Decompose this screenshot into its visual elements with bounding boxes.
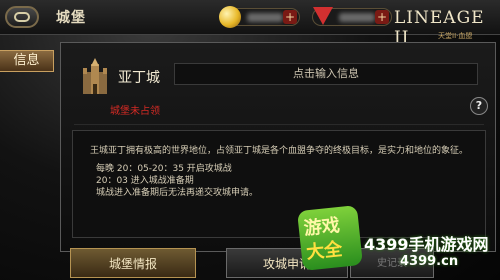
castle-description: 王城亚丁拥有极高的世界地位，占领亚丁城是各个血盟争夺的终极目标，是实力和地位的象…	[90, 146, 469, 156]
logo-subtitle: 天堂II·血盟	[438, 32, 473, 40]
castle-icon	[83, 58, 107, 94]
watermark: 游戏 大全 4399手机游戏网 4399.cn	[297, 205, 500, 280]
watermark-badge: 游戏 大全	[297, 205, 363, 271]
add-gold-button[interactable]: +	[283, 10, 297, 24]
diamond-icon	[313, 7, 333, 25]
schedule-line: 每晚 20：05-20：35 开启攻城战	[96, 164, 232, 174]
gold-coin-icon	[219, 6, 241, 28]
page-title: 城堡	[56, 10, 86, 26]
watermark-badge-bottom: 大全	[305, 238, 344, 264]
schedule-line: 城战进入准备期后无法再递交攻城申请。	[96, 188, 259, 198]
blurred-amount	[339, 13, 375, 22]
siege-schedule: 每晚 20：05-20：35 开启攻城战 20：03 进入城战准备期 城战进入准…	[96, 163, 258, 199]
back-arrow-icon	[14, 12, 30, 22]
tab-castle-intel[interactable]: 城堡情报	[70, 248, 196, 278]
sidebar-item-info[interactable]: 信息	[0, 50, 54, 72]
castle-status: 城堡未占领	[110, 106, 160, 117]
castle-name: 亚丁城	[118, 70, 160, 86]
gold-currency: +	[219, 6, 300, 28]
add-gem-button[interactable]: +	[375, 10, 389, 24]
gem-currency: +	[312, 7, 392, 26]
help-icon[interactable]: ?	[470, 97, 488, 115]
watermark-url: 4399.cn	[400, 254, 459, 269]
back-button[interactable]	[5, 6, 39, 28]
message-input[interactable]: 点击输入信息	[174, 63, 478, 85]
watermark-site-name: 4399手机游戏网	[364, 235, 489, 254]
blurred-amount	[247, 13, 283, 22]
schedule-line: 20：03 进入城战准备期	[96, 176, 194, 186]
